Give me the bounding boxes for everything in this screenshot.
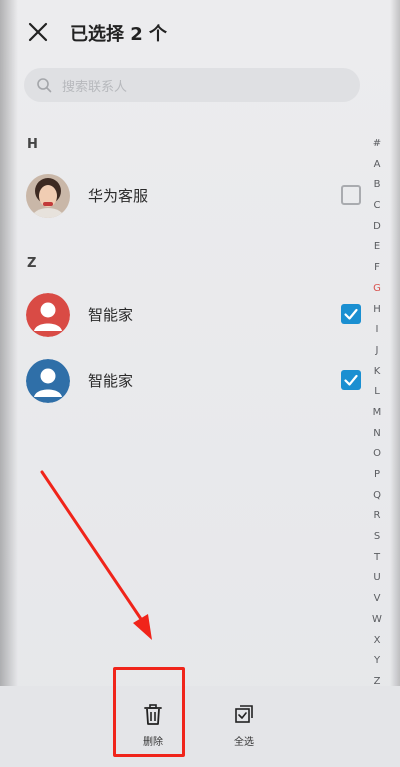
alphabet-index-bar[interactable]: # A B C D E F G H I J K L M N O P Q R S T U V W X Y Z [366,134,388,693]
index-letter-s[interactable]: S [366,527,388,548]
index-letter-o[interactable]: O [366,444,388,465]
index-letter-j[interactable]: J [366,341,388,362]
avatar [26,174,70,218]
index-letter-n[interactable]: N [366,424,388,445]
index-letter-c[interactable]: C [366,196,388,217]
select-all-icon [235,705,253,723]
photo-avatar-icon [26,174,70,218]
contact-checkbox-checked[interactable] [341,370,361,390]
search-placeholder: 搜索联系人 [62,80,128,95]
index-letter-u[interactable]: U [366,568,388,589]
close-button[interactable] [24,18,52,46]
index-letter-g[interactable]: G [366,279,388,300]
contact-checkbox-checked[interactable] [341,304,361,324]
index-letter-l[interactable]: L [366,382,388,403]
contact-row[interactable]: 华为客服 [0,166,370,226]
index-letter-w[interactable]: W [366,610,388,631]
index-letter-x[interactable]: X [366,631,388,652]
contact-name: 智能家 [88,306,134,324]
index-letter-i[interactable]: I [366,320,388,341]
index-letter-e[interactable]: E [366,237,388,258]
index-letter-v[interactable]: V [366,589,388,610]
contact-row[interactable]: 智能家 [0,285,370,345]
index-letter-hash[interactable]: # [366,134,388,155]
index-letter-r[interactable]: R [366,506,388,527]
index-letter-b[interactable]: B [366,175,388,196]
bottom-action-bar: 删除 全选 [0,686,400,767]
annotation-highlight-box [113,667,185,757]
avatar [26,359,70,403]
checkmark-icon [344,374,358,386]
search-input[interactable]: 搜索联系人 [24,68,360,102]
contact-name: 智能家 [88,372,134,390]
search-icon [37,78,52,93]
index-letter-m[interactable]: M [366,403,388,424]
close-icon [28,22,48,42]
avatar [26,293,70,337]
select-all-button[interactable]: 全选 [219,704,269,748]
contact-name: 华为客服 [88,187,149,205]
index-letter-y[interactable]: Y [366,651,388,672]
section-header-h: H [27,137,38,152]
index-letter-a[interactable]: A [366,155,388,176]
index-letter-q[interactable]: Q [366,486,388,507]
selection-count-title: 已选择 2 个 [70,24,168,45]
contact-row[interactable]: 智能家 [0,351,370,411]
person-avatar-icon [26,359,70,403]
index-letter-p[interactable]: P [366,465,388,486]
person-avatar-icon [26,293,70,337]
index-letter-h[interactable]: H [366,300,388,321]
contact-checkbox-unchecked[interactable] [341,185,361,205]
index-letter-d[interactable]: D [366,217,388,238]
section-header-z: Z [27,256,37,271]
top-bar: 已选择 2 个 [0,0,400,64]
index-letter-t[interactable]: T [366,548,388,569]
index-letter-k[interactable]: K [366,362,388,383]
checkmark-icon [344,308,358,320]
screen-edge-shadow-right [390,0,400,767]
select-all-label: 全选 [234,737,254,748]
contacts-selection-screen: 已选择 2 个 搜索联系人 H 华为客服 Z 智能家 智能家 # A B C D… [0,0,400,767]
index-letter-f[interactable]: F [366,258,388,279]
